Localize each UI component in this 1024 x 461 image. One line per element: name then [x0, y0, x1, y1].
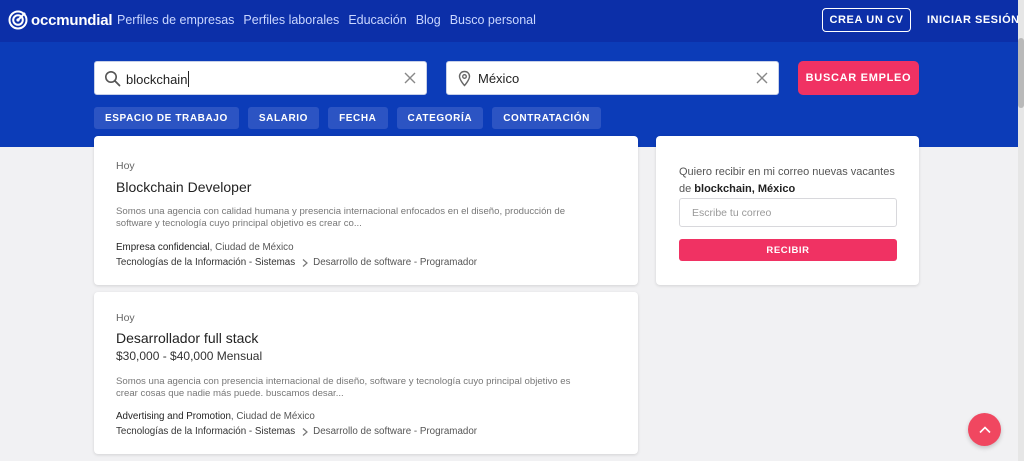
job-category: Tecnologías de la Información - Sistemas… [116, 257, 477, 268]
search-jobs-button[interactable]: BUSCAR EMPLEO [798, 61, 919, 95]
location-input-value[interactable]: México [478, 71, 519, 86]
subcategory-label: Desarrollo de software - Programador [313, 257, 478, 268]
job-company: Advertising and Promotion, Ciudad de Méx… [116, 411, 315, 422]
top-navbar: occmundial Perfiles de empresas Perfiles… [0, 0, 1024, 42]
job-card[interactable]: Hoy Desarrollador full stack $30,000 - $… [94, 292, 638, 454]
nav-link-educacion[interactable]: Educación [348, 13, 406, 27]
filter-salary[interactable]: SALARIO [247, 107, 320, 129]
search-icon [105, 71, 121, 87]
login-link[interactable]: INICIAR SESIÓN [927, 14, 1020, 26]
filter-contract[interactable]: CONTRATACIÓN [492, 107, 602, 129]
nav-link-perfiles-laborales[interactable]: Perfiles laborales [243, 13, 339, 27]
job-date: Hoy [116, 160, 135, 172]
keyword-search-field[interactable]: blockchain [94, 61, 427, 95]
job-company: Empresa confidencial, Ciudad de México [116, 242, 294, 253]
create-cv-button[interactable]: CREA UN CV [822, 8, 911, 32]
job-location: , Ciudad de México [230, 411, 315, 422]
job-card[interactable]: Hoy Blockchain Developer Somos una agenc… [94, 136, 638, 285]
brand-name: occmundial [31, 11, 113, 29]
scroll-top-button[interactable] [968, 413, 1001, 446]
job-location: , Ciudad de México [209, 242, 294, 253]
job-description: Somos una agencia con presencia internac… [116, 376, 571, 399]
chevron-up-icon [978, 425, 991, 433]
close-icon[interactable] [755, 71, 769, 85]
job-alert-panel: Quiero recibir en mi correo nuevas vacan… [656, 136, 919, 285]
nav-link-perfiles-empresas[interactable]: Perfiles de empresas [117, 13, 234, 27]
filter-workspace[interactable]: ESPACIO DE TRABAJO [94, 107, 239, 129]
filter-chips: ESPACIO DE TRABAJO SALARIO FECHA CATEGOR… [94, 107, 602, 129]
nav-links: Perfiles de empresas Perfiles laborales … [117, 13, 545, 27]
subcategory-label: Desarrollo de software - Programador [313, 426, 478, 437]
search-band: blockchain México BUSCAR EMPLEO ESPACIO … [0, 42, 1024, 147]
company-name[interactable]: Empresa confidencial [116, 242, 210, 253]
job-title[interactable]: Blockchain Developer [116, 179, 251, 195]
job-category: Tecnologías de la Información - Sistemas… [116, 426, 477, 437]
keyword-input-value[interactable]: blockchain [126, 71, 190, 87]
chevron-right-icon [302, 427, 309, 436]
scrollbar-thumb[interactable] [1018, 38, 1024, 108]
job-salary: $30,000 - $40,000 Mensual [116, 349, 263, 363]
category-label: Tecnologías de la Información - Sistemas [116, 426, 296, 437]
location-search-field[interactable]: México [446, 61, 779, 95]
job-description: Somos una agencia con calidad humana y p… [116, 206, 566, 229]
filter-category[interactable]: CATEGORÍA [396, 107, 484, 129]
chevron-right-icon [302, 258, 309, 267]
location-pin-icon [458, 70, 471, 87]
nav-link-blog[interactable]: Blog [416, 13, 441, 27]
category-label: Tecnologías de la Información - Sistemas [116, 257, 296, 268]
close-icon[interactable] [403, 71, 417, 85]
job-date: Hoy [116, 312, 135, 324]
target-logo-icon [8, 10, 28, 30]
email-field[interactable] [679, 198, 897, 227]
occmundial-logo[interactable]: occmundial [8, 9, 113, 31]
filter-date[interactable]: FECHA [328, 107, 388, 129]
receive-button[interactable]: RECIBIR [679, 239, 897, 261]
company-name[interactable]: Advertising and Promotion [116, 411, 231, 422]
alert-text: Quiero recibir en mi correo nuevas vacan… [679, 166, 895, 195]
job-title[interactable]: Desarrollador full stack [116, 330, 258, 346]
nav-link-busco-personal[interactable]: Busco personal [450, 13, 536, 27]
alert-keywords: blockchain, México [694, 183, 796, 195]
